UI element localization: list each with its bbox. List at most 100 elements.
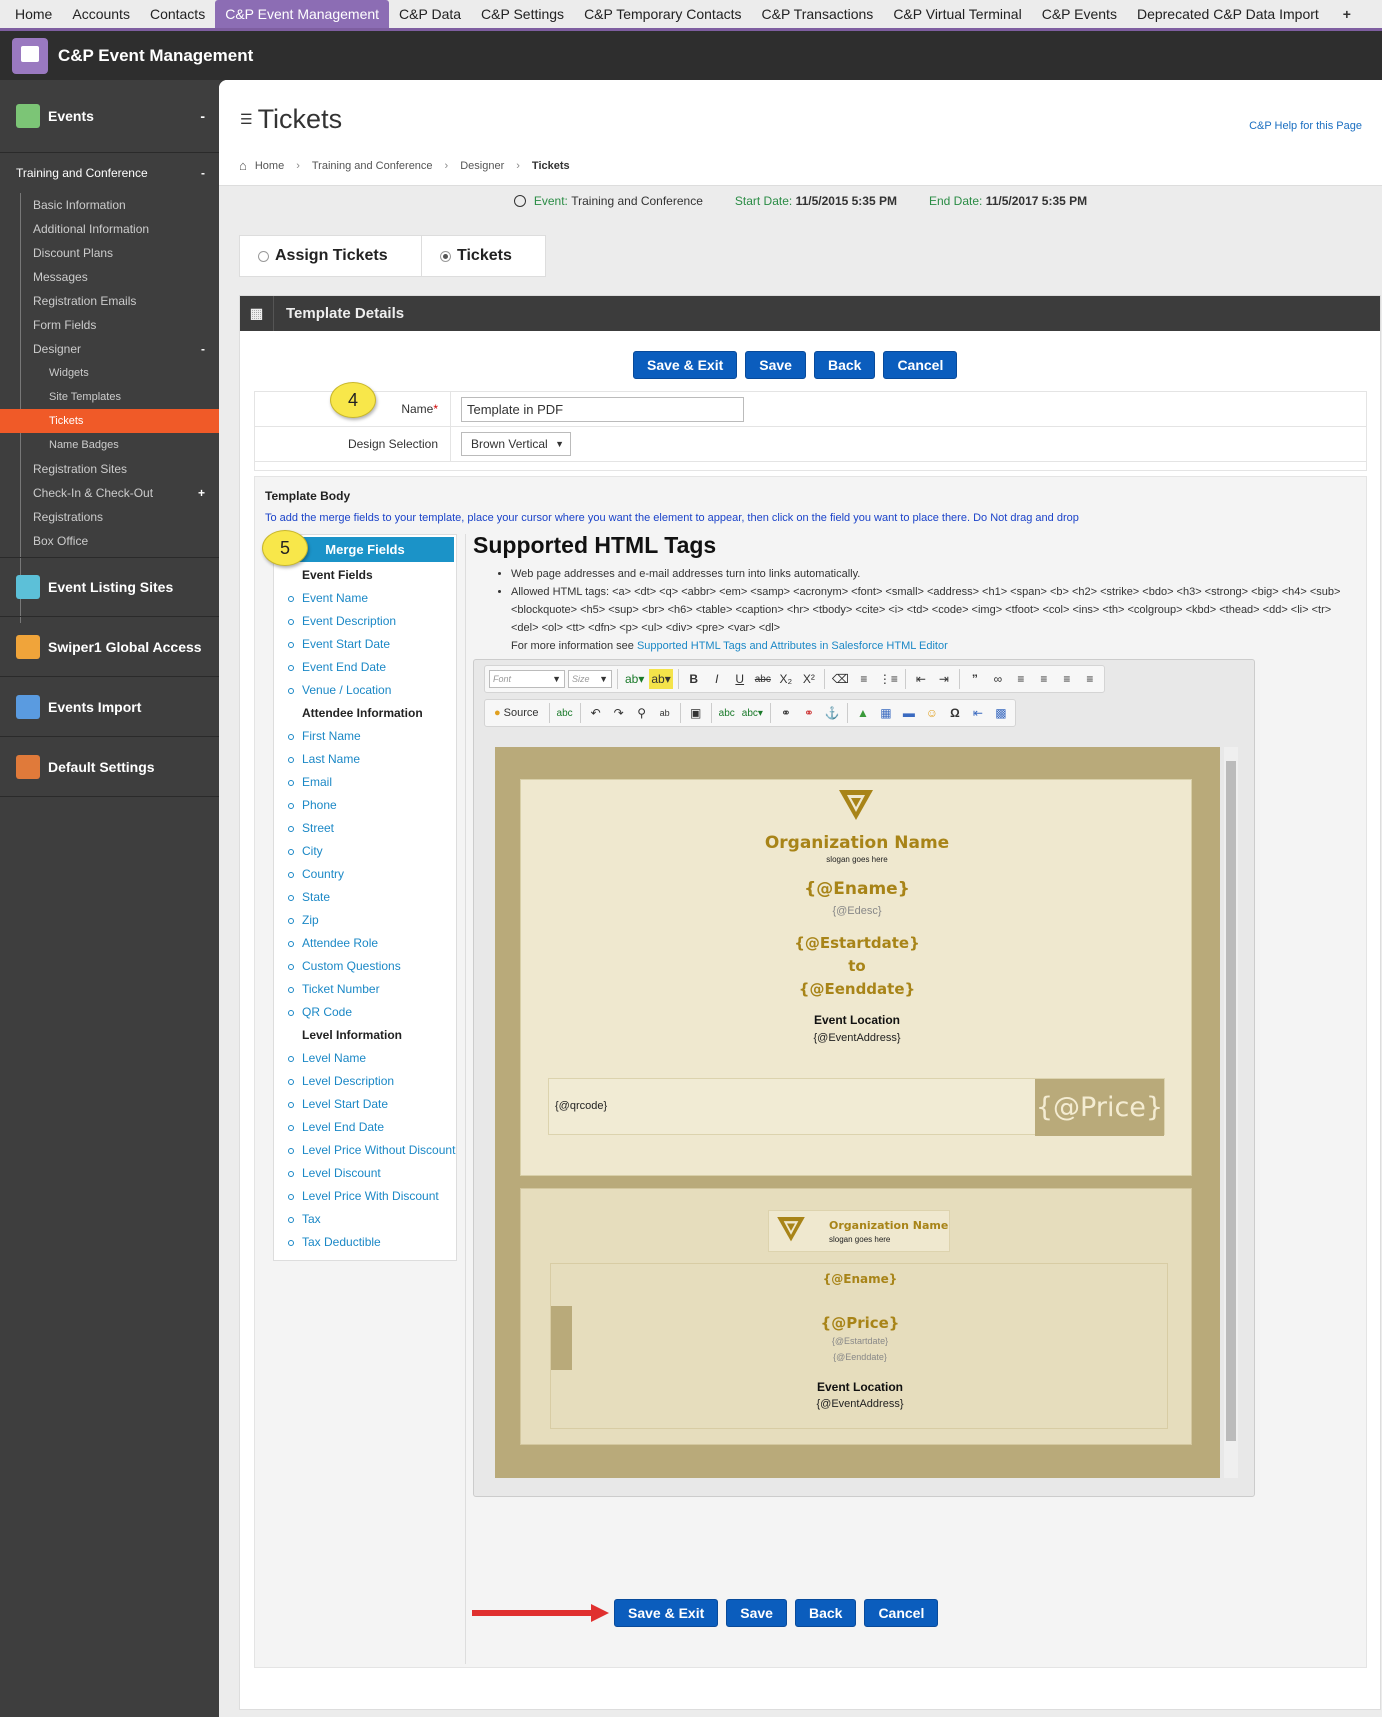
merge-field[interactable]: Country bbox=[274, 863, 456, 886]
underline-icon[interactable]: U bbox=[730, 669, 750, 689]
merge-field[interactable]: Tax Deductible bbox=[274, 1231, 456, 1254]
merge-field[interactable]: Street bbox=[274, 817, 456, 840]
italic-icon[interactable]: I bbox=[707, 669, 727, 689]
nav-tab-events[interactable]: C&P Events bbox=[1032, 0, 1127, 28]
collapse-icon[interactable]: - bbox=[201, 337, 205, 361]
save-exit-button[interactable]: Save & Exit bbox=[633, 351, 738, 379]
indent-icon[interactable]: ⇥ bbox=[934, 669, 954, 689]
select-all-icon[interactable]: ▣ bbox=[686, 703, 706, 723]
bold-icon[interactable]: B bbox=[684, 669, 704, 689]
collapse-icon[interactable]: - bbox=[200, 108, 205, 124]
font-select[interactable]: Font ▼ bbox=[489, 670, 565, 688]
merge-field[interactable]: Event Name bbox=[274, 587, 456, 610]
source-button[interactable]: ● Source bbox=[489, 703, 544, 723]
merge-field[interactable]: Level Price With Discount bbox=[274, 1185, 456, 1208]
merge-field[interactable]: QR Code bbox=[274, 1001, 456, 1024]
smiley-icon[interactable]: ☺ bbox=[922, 703, 942, 723]
special-char-icon[interactable]: Ω bbox=[945, 703, 965, 723]
align-left-icon[interactable]: ≡ bbox=[1011, 669, 1031, 689]
nav-tab-accounts[interactable]: Accounts bbox=[62, 0, 140, 28]
back-button[interactable]: Back bbox=[794, 1599, 857, 1627]
nav-tab-data[interactable]: C&P Data bbox=[389, 0, 471, 28]
sidebar-item-check-in[interactable]: Check-In & Check-Out + bbox=[0, 481, 219, 505]
spell-as-you-type-icon[interactable]: abc▾ bbox=[740, 703, 765, 723]
align-center-icon[interactable]: ≡ bbox=[1034, 669, 1054, 689]
merge-field[interactable]: Venue / Location bbox=[274, 679, 456, 702]
save-exit-button[interactable]: Save & Exit bbox=[614, 1599, 719, 1627]
merge-field[interactable]: Level Name bbox=[274, 1047, 456, 1070]
expand-icon[interactable]: + bbox=[198, 481, 205, 505]
iframe-icon[interactable]: ▩ bbox=[991, 703, 1011, 723]
html-tags-link[interactable]: Supported HTML Tags and Attributes in Sa… bbox=[637, 640, 948, 652]
spellcheck-icon[interactable]: abc bbox=[555, 703, 575, 723]
horizontal-rule-icon[interactable]: ▬ bbox=[899, 703, 919, 723]
sidebar-item-basic-information[interactable]: Basic Information bbox=[0, 193, 219, 217]
sidebar-item-site-templates[interactable]: Site Templates bbox=[0, 385, 219, 409]
sidebar-event-name[interactable]: Training and Conference - bbox=[0, 153, 219, 193]
sidebar-item-tickets[interactable]: Tickets bbox=[0, 409, 219, 433]
page-break-icon[interactable]: ⇤ bbox=[968, 703, 988, 723]
div-icon[interactable]: ∞ bbox=[988, 669, 1008, 689]
sidebar-item-form-fields[interactable]: Form Fields bbox=[0, 313, 219, 337]
editor-scrollbar[interactable] bbox=[1224, 747, 1238, 1478]
sidebar-section-event-listing-sites[interactable]: Event Listing Sites bbox=[0, 557, 219, 617]
merge-field[interactable]: Level Price Without Discount bbox=[274, 1139, 456, 1162]
merge-field[interactable]: Level Description bbox=[274, 1070, 456, 1093]
sidebar-item-messages[interactable]: Messages bbox=[0, 265, 219, 289]
sidebar-section-events[interactable]: Events - bbox=[0, 80, 219, 153]
name-input[interactable]: Template in PDF bbox=[461, 396, 744, 422]
strikethrough-icon[interactable]: abc bbox=[753, 669, 773, 689]
scrollbar-thumb[interactable] bbox=[1226, 761, 1236, 1441]
merge-field[interactable]: Phone bbox=[274, 794, 456, 817]
nav-tab-transactions[interactable]: C&P Transactions bbox=[752, 0, 884, 28]
breadcrumb-event[interactable]: Training and Conference bbox=[312, 160, 433, 172]
sidebar-item-registration-sites[interactable]: Registration Sites bbox=[0, 457, 219, 481]
sidebar-item-name-badges[interactable]: Name Badges bbox=[0, 433, 219, 457]
unlink-icon[interactable]: ⚭ bbox=[799, 703, 819, 723]
size-select[interactable]: Size ▼ bbox=[568, 670, 612, 688]
help-link[interactable]: C&P Help for this Page bbox=[1249, 120, 1362, 132]
tab-tickets[interactable]: Tickets bbox=[422, 235, 546, 277]
editor-canvas[interactable]: Organization Name slogan goes here {@Ena… bbox=[495, 747, 1220, 1478]
add-tab-icon[interactable]: + bbox=[1329, 6, 1351, 22]
image-icon[interactable]: ▲ bbox=[853, 703, 873, 723]
tab-assign-tickets[interactable]: Assign Tickets bbox=[239, 235, 422, 277]
outdent-icon[interactable]: ⇤ bbox=[911, 669, 931, 689]
back-button[interactable]: Back bbox=[813, 351, 876, 379]
merge-field[interactable]: First Name bbox=[274, 725, 456, 748]
collapse-icon[interactable]: - bbox=[201, 166, 205, 180]
sidebar-item-designer[interactable]: Designer - bbox=[0, 337, 219, 361]
merge-field[interactable]: Tax bbox=[274, 1208, 456, 1231]
justify-icon[interactable]: ≡ bbox=[1080, 669, 1100, 689]
nav-tab-event-management[interactable]: C&P Event Management bbox=[215, 0, 390, 28]
text-color-icon[interactable]: ab▾ bbox=[623, 669, 646, 689]
merge-field[interactable]: Level End Date bbox=[274, 1116, 456, 1139]
merge-field[interactable]: Event Start Date bbox=[274, 633, 456, 656]
check-spelling-icon[interactable]: abc bbox=[717, 703, 737, 723]
superscript-icon[interactable]: X² bbox=[799, 669, 819, 689]
replace-icon[interactable]: ab bbox=[655, 703, 675, 723]
merge-field[interactable]: Ticket Number bbox=[274, 978, 456, 1001]
cancel-button[interactable]: Cancel bbox=[864, 1599, 939, 1627]
align-right-icon[interactable]: ≡ bbox=[1057, 669, 1077, 689]
sidebar-section-default-settings[interactable]: Default Settings bbox=[0, 737, 219, 797]
sidebar-item-registration-emails[interactable]: Registration Emails bbox=[0, 289, 219, 313]
highlight-icon[interactable]: ab▾ bbox=[649, 669, 673, 689]
nav-tab-contacts[interactable]: Contacts bbox=[140, 0, 215, 28]
nav-tab-home[interactable]: Home bbox=[5, 0, 62, 28]
nav-tab-data-import[interactable]: Deprecated C&P Data Import bbox=[1127, 0, 1329, 28]
sidebar-item-registrations[interactable]: Registrations bbox=[0, 505, 219, 529]
breadcrumb-designer[interactable]: Designer bbox=[460, 160, 504, 172]
blockquote-icon[interactable]: ” bbox=[965, 669, 985, 689]
merge-field[interactable]: Event End Date bbox=[274, 656, 456, 679]
sidebar-item-discount-plans[interactable]: Discount Plans bbox=[0, 241, 219, 265]
merge-field[interactable]: Event Description bbox=[274, 610, 456, 633]
cancel-button[interactable]: Cancel bbox=[883, 351, 958, 379]
design-select[interactable]: Brown Vertical ▼ bbox=[461, 432, 571, 456]
sidebar-section-swiper1[interactable]: Swiper1 Global Access bbox=[0, 617, 219, 677]
nav-tab-settings[interactable]: C&P Settings bbox=[471, 0, 574, 28]
breadcrumb-home[interactable]: Home bbox=[255, 160, 284, 172]
merge-field[interactable]: Attendee Role bbox=[274, 932, 456, 955]
merge-field[interactable]: Level Discount bbox=[274, 1162, 456, 1185]
save-button[interactable]: Save bbox=[745, 351, 806, 379]
